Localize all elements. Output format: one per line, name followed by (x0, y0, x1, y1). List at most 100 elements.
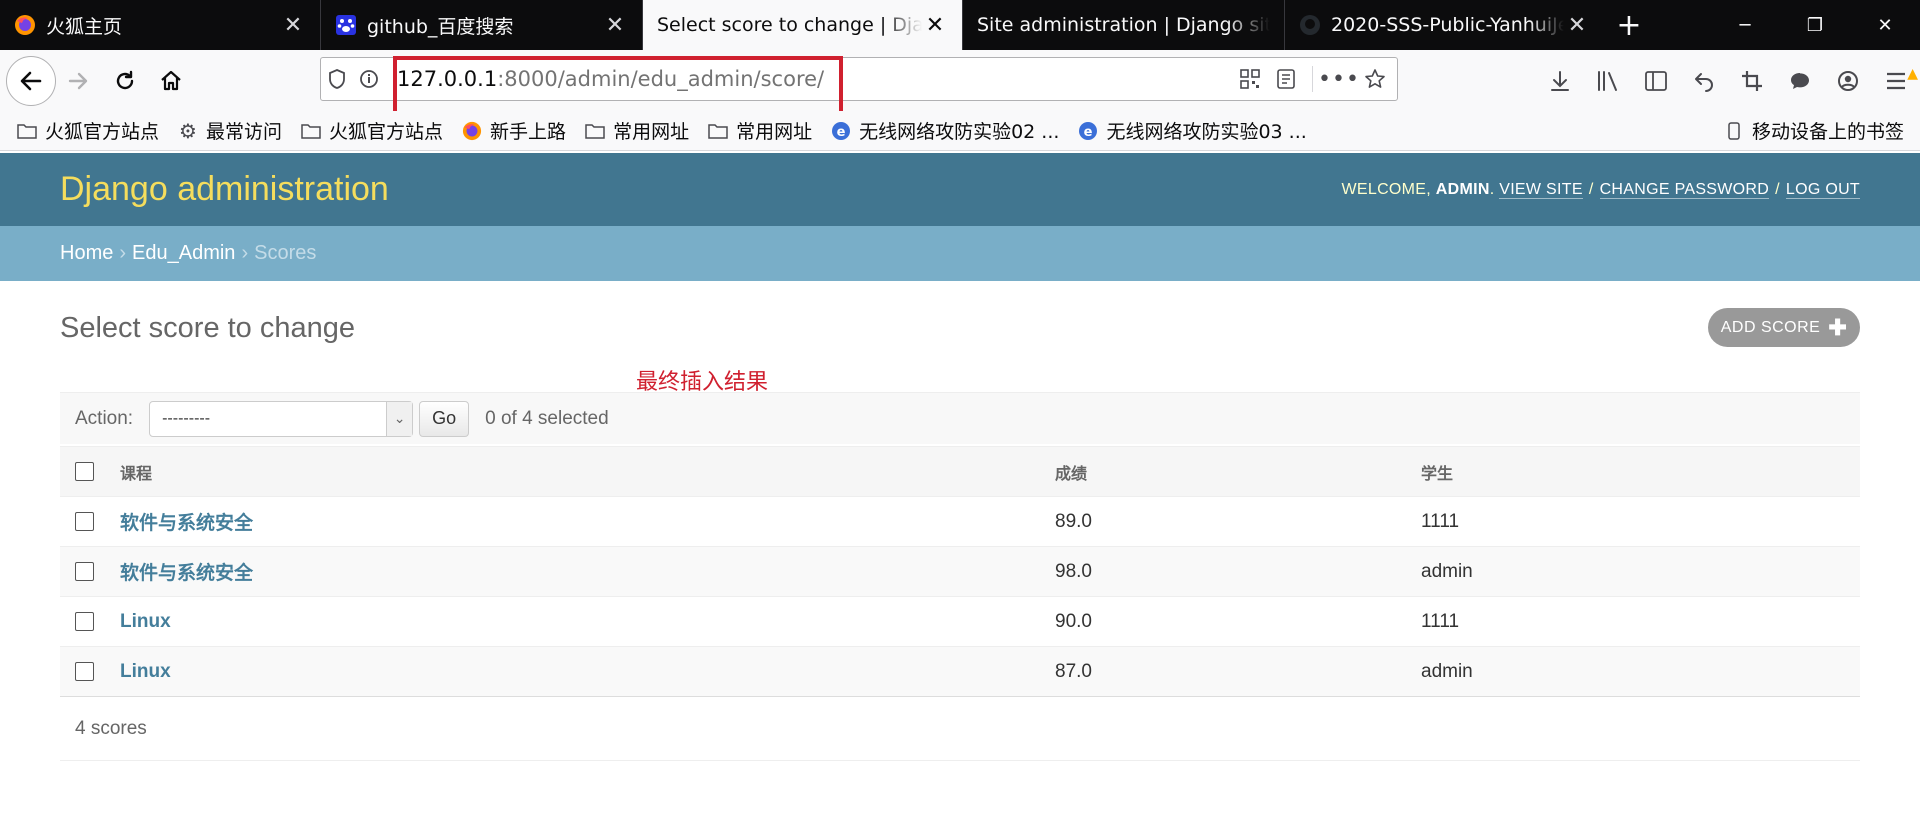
row-checkbox[interactable] (75, 561, 94, 581)
tab-github-repo[interactable]: 2020-SSS-Public-YanhuiJessica ✕ (1284, 0, 1604, 50)
qr-code-icon[interactable] (1232, 57, 1268, 101)
firefox-icon (461, 121, 483, 141)
select-all-checkbox[interactable] (75, 462, 94, 481)
baidu-icon (335, 14, 357, 36)
close-icon[interactable]: ✕ (1564, 12, 1590, 38)
action-select[interactable]: --------- ⌄ (149, 400, 414, 437)
course-link[interactable]: Linux (120, 661, 171, 682)
log-out-link[interactable]: LOG OUT (1785, 180, 1860, 199)
svg-text:e: e (837, 125, 846, 140)
breadcrumb-home[interactable]: Home (60, 242, 113, 265)
undo-arrow-icon[interactable] (1680, 58, 1728, 104)
ie-icon: e (1077, 121, 1099, 141)
url-text[interactable]: 127.0.0.1:8000/admin/edu_admin/score/ (397, 67, 824, 91)
row-checkbox[interactable] (75, 661, 94, 681)
restore-icon[interactable]: ❐ (1780, 0, 1850, 50)
view-site-link[interactable]: VIEW SITE (1499, 180, 1583, 199)
download-icon[interactable] (1536, 58, 1584, 104)
info-icon[interactable] (353, 57, 385, 101)
bookmark-item[interactable]: 常用网址 (707, 117, 812, 144)
close-icon[interactable]: ✕ (922, 12, 948, 38)
tab-baidu-search[interactable]: github_百度搜索 ✕ (320, 0, 642, 50)
results-count: 4 scores (60, 696, 1860, 761)
course-link[interactable]: 软件与系统安全 (120, 563, 253, 584)
mobile-device-icon (1723, 121, 1745, 141)
page-title: Select score to change (60, 312, 356, 344)
bookmark-item[interactable]: 火狐官方站点 (300, 117, 443, 144)
close-icon[interactable]: ✕ (602, 12, 628, 38)
tab-site-administration[interactable]: Site administration | Django site admin (962, 0, 1284, 50)
bookmark-label: 火狐官方站点 (45, 121, 160, 143)
folder-icon (707, 121, 729, 141)
row-checkbox[interactable] (75, 611, 94, 631)
tab-title: Select score to change | Django site adm… (657, 14, 922, 36)
change-password-link[interactable]: CHANGE PASSWORD (1599, 180, 1770, 199)
bookmark-item[interactable]: e 无线网络攻防实验02 ... (830, 117, 1059, 144)
firefox-icon (14, 14, 36, 36)
sidebar-icon[interactable] (1632, 58, 1680, 104)
row-checkbox[interactable] (75, 511, 94, 531)
home-icon[interactable] (148, 58, 194, 104)
bookmark-label: 新手上路 (490, 121, 567, 143)
results-table: 课程 成绩 学生 软件与系统安全 89.0 1111 软件与系统安全 98.0 … (60, 446, 1860, 697)
crop-icon[interactable] (1728, 58, 1776, 104)
bookmark-item[interactable]: 常用网址 (584, 117, 689, 144)
bookmarks-toolbar: 火狐官方站点 ⚙ 最常访问 火狐官方站点 新手上路 常用网址 常用网址 e 无线… (0, 111, 1920, 151)
url-bar[interactable]: 127.0.0.1:8000/admin/edu_admin/score/ ••… (320, 57, 1398, 101)
account-icon[interactable] (1824, 58, 1872, 104)
folder-icon (300, 121, 322, 141)
warning-icon: ▲ (1907, 65, 1918, 82)
close-icon[interactable]: ✕ (280, 12, 306, 38)
reload-icon[interactable] (102, 58, 148, 104)
breadcrumb-app[interactable]: Edu_Admin (132, 242, 235, 265)
selection-counter: 0 of 4 selected (485, 407, 609, 429)
svg-text:e: e (1084, 125, 1093, 140)
student-cell: admin (1421, 546, 1860, 597)
page-actions-icon[interactable]: ••• (1318, 57, 1359, 101)
admin-header: Django administration WELCOME, ADMIN. VI… (0, 153, 1920, 226)
add-score-button[interactable]: ADD SCORE ✚ (1708, 308, 1860, 347)
table-row: Linux 87.0 admin (60, 646, 1860, 697)
score-cell: 90.0 (1055, 596, 1421, 647)
bookmark-item[interactable]: 新手上路 (461, 117, 566, 144)
new-tab-button[interactable]: + (1604, 0, 1654, 50)
minimize-icon[interactable]: ─ (1710, 0, 1780, 50)
github-icon (1299, 14, 1321, 36)
course-link[interactable]: Linux (120, 611, 171, 632)
bookmark-star-icon[interactable] (1357, 57, 1393, 101)
library-icon[interactable] (1584, 58, 1632, 104)
reader-view-icon[interactable] (1268, 57, 1304, 101)
back-icon[interactable] (6, 55, 56, 106)
url-path: :8000/admin/edu_admin/score/ (497, 67, 825, 91)
tab-title: github_百度搜索 (367, 15, 514, 38)
bookmark-item[interactable]: e 无线网络攻防实验03 ... (1077, 117, 1307, 144)
bookmark-item[interactable]: 火狐官方站点 (16, 117, 159, 144)
column-header-course[interactable]: 课程 (120, 446, 1055, 497)
window-controls: ─ ❐ ✕ (1710, 0, 1920, 50)
breadcrumb-current: Scores (254, 242, 317, 264)
column-header-score[interactable]: 成绩 (1055, 446, 1421, 497)
bookmark-label: 常用网址 (613, 121, 690, 143)
add-score-label: ADD SCORE (1720, 318, 1821, 336)
user-tools: WELCOME, ADMIN. VIEW SITE / CHANGE PASSWOR… (1341, 180, 1860, 199)
score-cell: 87.0 (1055, 646, 1421, 697)
tab-title: 2020-SSS-Public-YanhuiJessica (1331, 14, 1564, 36)
site-brand[interactable]: Django administration (60, 170, 389, 209)
table-header-row: 课程 成绩 学生 (60, 446, 1860, 497)
go-button[interactable]: Go (419, 400, 470, 437)
forward-icon[interactable] (56, 58, 102, 104)
tab-title: Site administration | Django site admin (977, 14, 1270, 36)
tab-firefox-home[interactable]: 火狐主页 ✕ (0, 0, 320, 50)
close-window-icon[interactable]: ✕ (1850, 0, 1920, 50)
welcome-text: WELCOME, (1341, 180, 1432, 198)
action-select-value: --------- (162, 409, 211, 427)
mobile-bookmarks[interactable]: 移动设备上的书签 (1723, 117, 1904, 144)
menu-icon[interactable]: ▲ (1872, 58, 1920, 104)
tab-select-score[interactable]: Select score to change | Django site adm… (642, 0, 962, 50)
column-header-student[interactable]: 学生 (1421, 446, 1860, 497)
bookmark-item[interactable]: ⚙ 最常访问 (177, 117, 282, 144)
course-link[interactable]: 软件与系统安全 (120, 513, 253, 534)
chat-icon[interactable] (1776, 58, 1824, 104)
chevron-down-icon: ⌄ (386, 401, 413, 436)
shield-icon[interactable] (321, 57, 353, 101)
